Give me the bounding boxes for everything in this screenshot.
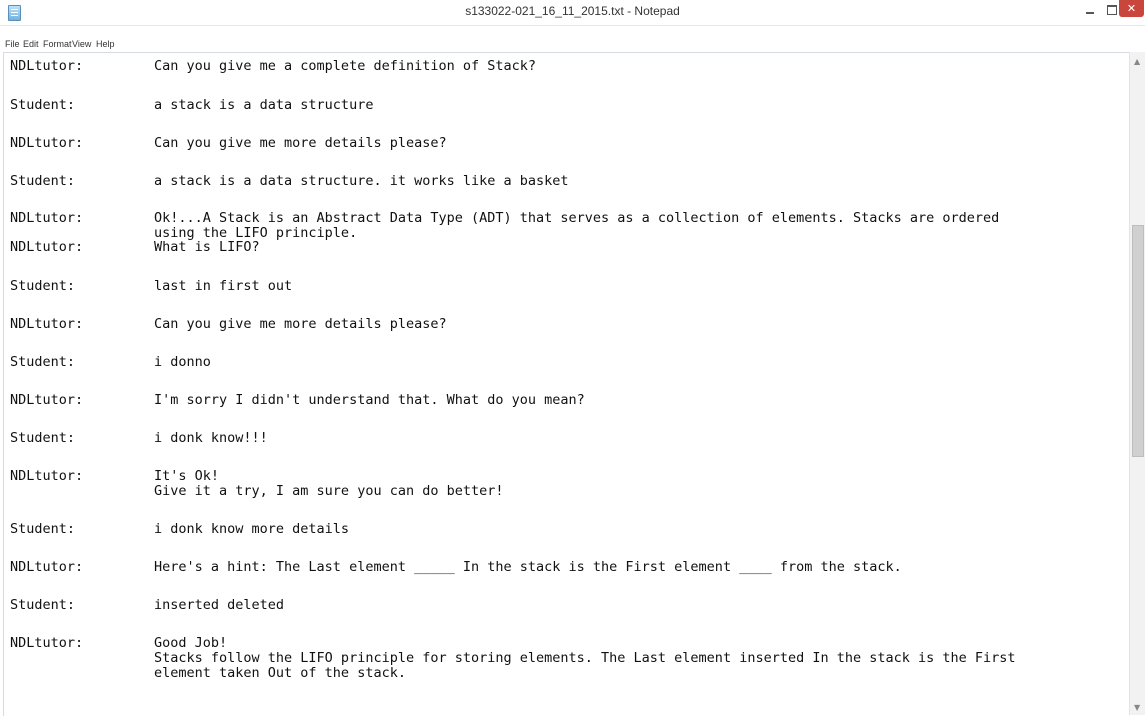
vertical-scrollbar[interactable]: ▲ ▼	[1129, 52, 1145, 715]
message-text: It's Ok!	[154, 468, 220, 484]
speaker-label: NDLtutor:	[10, 468, 84, 484]
down-arrow-icon[interactable]: ▼	[1134, 703, 1140, 712]
menu-edit[interactable]: Edit	[23, 39, 39, 49]
close-button[interactable]: ✕	[1119, 0, 1144, 17]
message-text: Can you give me more details please?	[154, 316, 447, 332]
message-text: Stacks follow the LIFO principle for sto…	[154, 650, 1016, 666]
message-text: i donk know!!!	[154, 430, 268, 446]
maximize-icon	[1107, 5, 1117, 15]
message-text: Ok!...A Stack is an Abstract Data Type (…	[154, 210, 1000, 226]
speaker-label: NDLtutor:	[10, 559, 84, 575]
notepad-window: s133022-021_16_11_2015.txt - Notepad ✕ F…	[0, 0, 1145, 716]
message-text: using the LIFO principle.	[154, 225, 358, 241]
message-text: i donno	[154, 354, 211, 370]
message-text: a stack is a data structure	[154, 97, 374, 113]
close-icon: ✕	[1126, 2, 1137, 15]
minimize-icon	[1086, 12, 1094, 14]
menu-format[interactable]: Format	[43, 39, 72, 49]
scrollbar-thumb[interactable]	[1132, 225, 1144, 457]
message-text: a stack is a data structure. it works li…	[154, 173, 569, 189]
speaker-label: Student:	[10, 430, 76, 446]
menu-view[interactable]: View	[72, 39, 91, 49]
speaker-label: NDLtutor:	[10, 239, 84, 255]
message-text: Can you give me a complete definition of…	[154, 58, 537, 74]
message-text: Good Job!	[154, 635, 228, 651]
menu-bar: File Edit Format View Help	[0, 38, 1145, 52]
speaker-label: NDLtutor:	[10, 135, 84, 151]
message-text: element taken Out of the stack.	[154, 665, 406, 681]
menu-file[interactable]: File	[5, 39, 20, 49]
speaker-label: Student:	[10, 354, 76, 370]
speaker-label: NDLtutor:	[10, 58, 84, 74]
speaker-label: NDLtutor:	[10, 635, 84, 651]
minimize-button[interactable]	[1079, 0, 1101, 20]
speaker-label: Student:	[10, 278, 76, 294]
message-text: Can you give me more details please?	[154, 135, 447, 151]
message-text: What is LIFO?	[154, 239, 260, 255]
up-arrow-icon[interactable]: ▲	[1134, 57, 1140, 66]
speaker-label: NDLtutor:	[10, 392, 84, 408]
title-bar[interactable]: s133022-021_16_11_2015.txt - Notepad ✕	[0, 0, 1145, 26]
speaker-label: NDLtutor:	[10, 210, 84, 226]
message-text: I'm sorry I didn't understand that. What…	[154, 392, 585, 408]
window-title: s133022-021_16_11_2015.txt - Notepad	[465, 4, 680, 18]
message-text: last in first out	[154, 278, 293, 294]
text-editor[interactable]: NDLtutor: Can you give me a complete defi…	[3, 52, 1130, 716]
speaker-label: Student:	[10, 597, 76, 613]
speaker-label: Student:	[10, 97, 76, 113]
menu-help[interactable]: Help	[96, 39, 115, 49]
message-text: Here's a hint: The Last element _____ In…	[154, 559, 902, 575]
message-text: inserted deleted	[154, 597, 285, 613]
message-text: i donk know more details	[154, 521, 350, 537]
speaker-label: NDLtutor:	[10, 316, 84, 332]
speaker-label: Student:	[10, 521, 76, 537]
message-text: Give it a try, I am sure you can do bett…	[154, 483, 504, 499]
speaker-label: Student:	[10, 173, 76, 189]
